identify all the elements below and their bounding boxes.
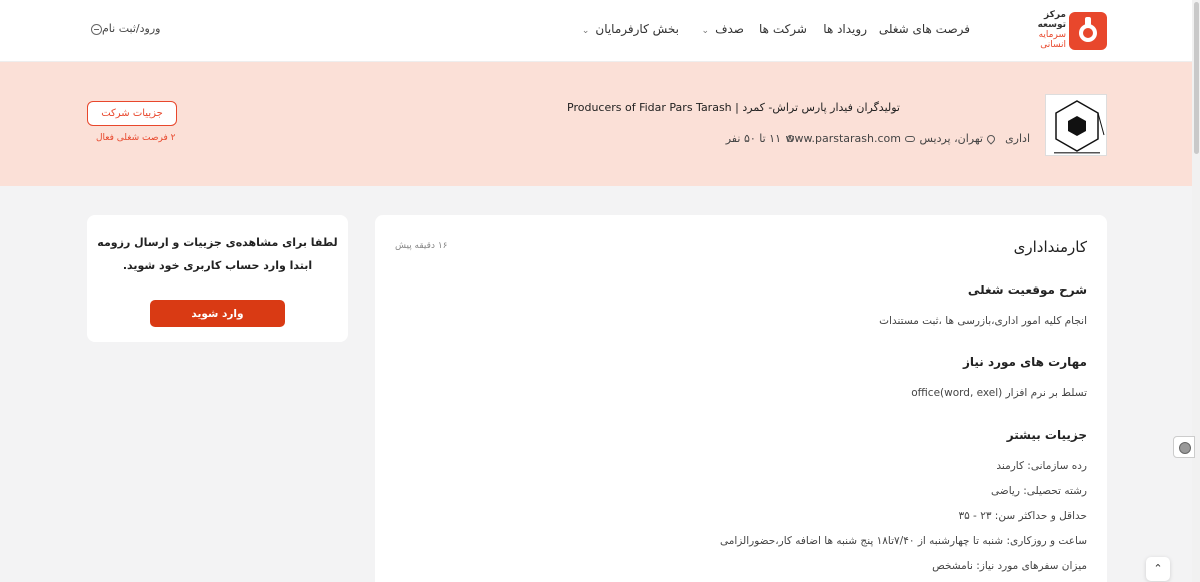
company-logo-mark: [1054, 100, 1105, 154]
chevron-up-icon: ⌃: [1153, 562, 1163, 575]
nav-sadaf[interactable]: صدف ⌄: [702, 22, 744, 36]
skills-text: تسلط بر نرم افزار office(word, exel): [911, 387, 1087, 399]
nav-jobs[interactable]: فرصت های شغلی: [879, 22, 970, 36]
logo-line: توسعه: [1037, 20, 1066, 30]
company-location: تهران، پردیس: [919, 132, 997, 145]
detail-item: رده سازمانی: کارمند: [996, 460, 1087, 472]
people-icon: [785, 134, 795, 144]
logo-line: انسانی: [1040, 40, 1066, 50]
nav-events[interactable]: رویداد ها: [823, 22, 867, 36]
company-logo: [1045, 94, 1107, 156]
chevron-down-icon: ⌄: [581, 26, 590, 36]
skills-heading: مهارت های مورد نیاز: [962, 355, 1087, 369]
job-title: کارمنداداری: [1013, 238, 1087, 256]
nav-employers-label: بخش کارفرمایان: [595, 22, 679, 36]
top-header: مرکز توسعه سرمایه انسانی فرصت های شغلی ر…: [0, 0, 1192, 62]
company-category: اداری: [1005, 132, 1030, 145]
scrollbar-thumb[interactable]: [1194, 2, 1199, 154]
logo-line: سرمایه: [1038, 30, 1066, 40]
description-text: انجام کلیه امور اداری،بازرسی ها ،ثبت مست…: [879, 315, 1087, 327]
company-website[interactable]: www.parstarash.com: [786, 132, 915, 145]
active-jobs-count[interactable]: ۲ فرصت شغلی فعال: [96, 133, 175, 143]
company-size-text: ۱۱ تا ۵۰ نفر: [725, 132, 781, 145]
company-banner: [0, 62, 1192, 186]
company-location-text: تهران، پردیس: [919, 132, 984, 145]
nav-sadaf-label: صدف: [715, 22, 744, 36]
chevron-down-icon: ⌄: [701, 26, 710, 36]
detail-item: ساعت و روزکاری: شنبه تا چهارشنبه از ۷/۴۰…: [719, 535, 1087, 547]
company-details-button[interactable]: جزییات شرکت: [87, 101, 177, 126]
company-website-text: www.parstarash.com: [785, 132, 901, 145]
company-size: ۱۱ تا ۵۰ نفر: [726, 132, 795, 145]
logo-text: مرکز توسعه سرمایه انسانی: [1030, 10, 1066, 50]
login-register-link[interactable]: ورود/ثبت نام: [88, 22, 160, 35]
login-button[interactable]: وارد شوید: [150, 300, 285, 327]
description-heading: شرح موقعیت شغلی: [967, 283, 1087, 297]
accessibility-widget-icon[interactable]: [1173, 436, 1195, 458]
login-icon: [91, 23, 102, 35]
job-details-card: کارمنداداری ۱۶ دقیقه پیش شرح موقعیت شغلی…: [375, 215, 1107, 582]
job-posted-time: ۱۶ دقیقه پیش: [395, 241, 448, 251]
link-icon: [905, 136, 915, 142]
site-logo[interactable]: [1069, 12, 1107, 50]
detail-item: رشته تحصیلی: ریاضی: [991, 485, 1087, 497]
detail-item: حداقل و حداکثر سن: ۲۳ - ۳۵: [958, 510, 1087, 522]
login-prompt-message: لطفا برای مشاهده‌ی جزییات و ارسال رزومه …: [97, 236, 338, 272]
more-details-heading: جزییات بیشتر: [1006, 428, 1087, 442]
detail-item: میزان سفرهای مورد نیاز: نامشخص: [932, 560, 1087, 572]
scroll-to-top-button[interactable]: ⌃: [1146, 557, 1170, 581]
logo-mark-ring: [1079, 24, 1097, 42]
login-prompt-card: لطفا برای مشاهده‌ی جزییات و ارسال رزومه …: [87, 215, 348, 342]
company-name: تولیدگران فیدار پارس تراش- کمرد | Produc…: [567, 101, 900, 114]
nav-employers[interactable]: بخش کارفرمایان ⌄: [582, 22, 679, 36]
login-label: ورود/ثبت نام: [102, 22, 161, 35]
logo-line: مرکز: [1043, 10, 1066, 20]
nav-companies[interactable]: شرکت ها: [759, 22, 807, 36]
location-pin-icon: [985, 133, 997, 145]
